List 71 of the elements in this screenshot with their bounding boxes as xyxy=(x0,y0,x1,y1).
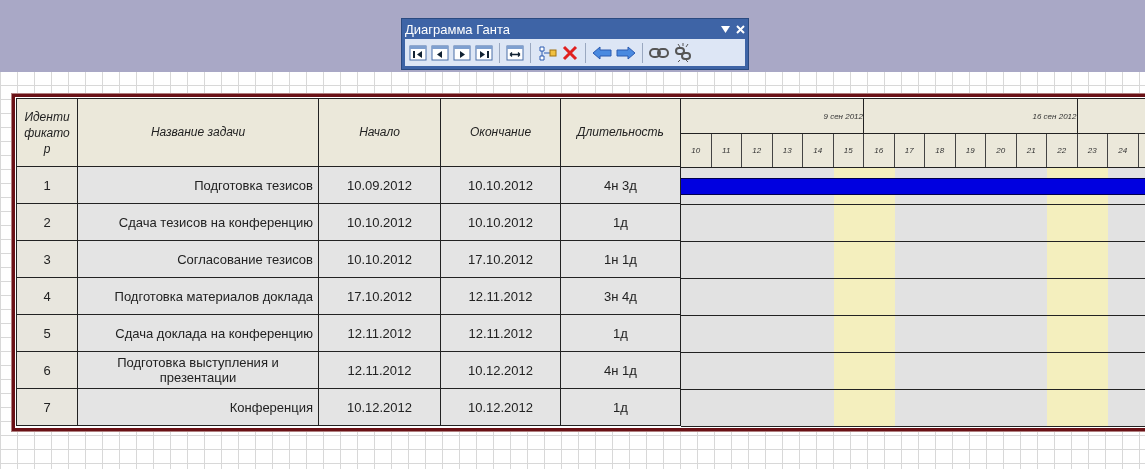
end-date-cell: 12.11.2012 xyxy=(441,315,561,352)
toolbar-title: Диаграмма Ганта xyxy=(405,22,510,37)
duration-cell: 1д xyxy=(561,389,681,426)
day-label: 20 xyxy=(996,146,1006,155)
chain-link-icon[interactable] xyxy=(649,45,669,60)
end-date-cell: 12.11.2012 xyxy=(441,278,561,315)
fit-width-icon[interactable] xyxy=(506,43,524,62)
dropdown-icon[interactable] xyxy=(721,26,730,33)
start-date-cell: 10.09.2012 xyxy=(319,167,441,204)
day-label: 16 xyxy=(874,146,884,155)
day-label: 18 xyxy=(935,146,945,155)
close-icon[interactable] xyxy=(736,25,745,34)
end-date-cell: 10.12.2012 xyxy=(441,352,561,389)
day-label: 22 xyxy=(1057,146,1067,155)
day-label: 23 xyxy=(1087,146,1097,155)
start-date-cell: 17.10.2012 xyxy=(319,278,441,315)
id-cell: 6 xyxy=(16,352,78,389)
column-header: Начало xyxy=(319,99,441,167)
task-name-cell: Сдача доклада на конференцию xyxy=(78,315,319,352)
left-arrow-icon[interactable] xyxy=(592,44,612,61)
duration-cell: 3н 4д xyxy=(561,278,681,315)
task-name-cell: Подготовка материалов доклада xyxy=(78,278,319,315)
end-date-cell: 10.10.2012 xyxy=(441,204,561,241)
broken-link-icon[interactable] xyxy=(673,42,693,63)
end-date-cell: 10.10.2012 xyxy=(441,167,561,204)
last-page-icon[interactable] xyxy=(475,43,493,62)
duration-cell: 1д xyxy=(561,315,681,352)
start-date-cell: 10.12.2012 xyxy=(319,389,441,426)
duration-cell: 4н 1д xyxy=(561,352,681,389)
end-date-cell: 10.12.2012 xyxy=(441,389,561,426)
right-arrow-icon[interactable] xyxy=(616,44,636,61)
day-label: 10 xyxy=(691,146,701,155)
week-label: 16 сен 2012 xyxy=(1032,111,1077,121)
id-cell: 3 xyxy=(16,241,78,278)
id-cell: 1 xyxy=(16,167,78,204)
delete-icon[interactable] xyxy=(561,43,579,62)
task-name-cell: Подготовка выступления и презентации xyxy=(78,352,319,389)
day-label: 19 xyxy=(965,146,975,155)
start-date-cell: 12.11.2012 xyxy=(319,315,441,352)
end-date-cell: 17.10.2012 xyxy=(441,241,561,278)
column-header: Название задачи xyxy=(78,99,319,167)
id-cell: 5 xyxy=(16,315,78,352)
column-header: Идентификатор xyxy=(16,99,78,167)
previous-page-icon[interactable] xyxy=(431,43,449,62)
day-label: 11 xyxy=(722,146,731,155)
id-cell: 7 xyxy=(16,389,78,426)
task-name-cell: Сдача тезисов на конференцию xyxy=(78,204,319,241)
day-label: 13 xyxy=(782,146,792,155)
task-name-cell: Согласование тезисов xyxy=(78,241,319,278)
start-date-cell: 10.10.2012 xyxy=(319,204,441,241)
id-cell: 2 xyxy=(16,204,78,241)
day-label: 15 xyxy=(843,146,853,155)
day-label: 24 xyxy=(1118,146,1128,155)
id-cell: 4 xyxy=(16,278,78,315)
day-label: 17 xyxy=(904,146,914,155)
hierarchy-icon[interactable] xyxy=(537,43,557,62)
first-page-icon[interactable] xyxy=(409,43,427,62)
start-date-cell: 12.11.2012 xyxy=(319,352,441,389)
next-page-icon[interactable] xyxy=(453,43,471,62)
duration-cell: 1д xyxy=(561,204,681,241)
column-header: Окончание xyxy=(441,99,561,167)
day-label: 12 xyxy=(752,146,762,155)
task-name-cell: Конференция xyxy=(78,389,319,426)
task-name-cell: Подготовка тезисов xyxy=(78,167,319,204)
day-label: 14 xyxy=(813,146,823,155)
start-date-cell: 10.10.2012 xyxy=(319,241,441,278)
week-label: 9 сен 2012 xyxy=(823,111,863,121)
day-label: 21 xyxy=(1026,146,1036,155)
duration-cell: 4н 3д xyxy=(561,167,681,204)
duration-cell: 1н 1д xyxy=(561,241,681,278)
column-header: Длительность xyxy=(561,99,681,167)
